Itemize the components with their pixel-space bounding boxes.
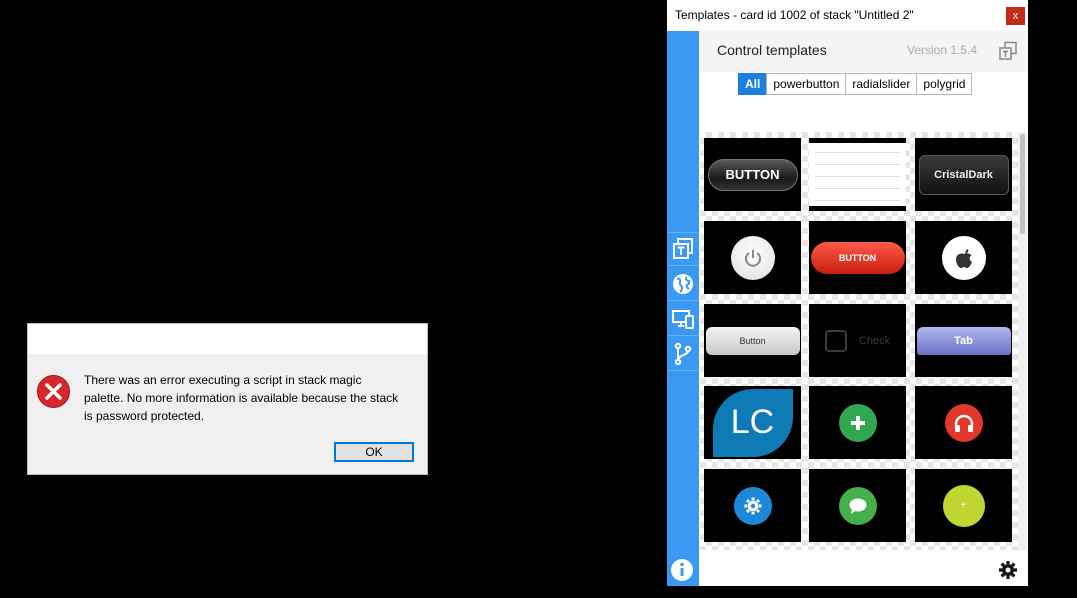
globe-icon	[673, 273, 693, 294]
template-grid: BUTTON CristalDark BUTTON Button Check T…	[700, 132, 1018, 550]
template-tile-chat[interactable]	[809, 469, 906, 542]
settings-gear-icon[interactable]	[998, 560, 1018, 580]
tile-label: Check	[858, 334, 891, 347]
palette-sidebar	[667, 31, 699, 586]
tile-label: LC	[712, 388, 793, 457]
template-tile-gear[interactable]	[704, 469, 801, 542]
template-tile-apple[interactable]	[915, 221, 1012, 294]
template-tile-plus[interactable]	[809, 386, 906, 459]
dialog-body: There was an error executing a script in…	[28, 354, 427, 474]
branch-icon	[674, 342, 692, 365]
chat-icon	[838, 486, 877, 525]
tab-powerbutton[interactable]: powerbutton	[766, 73, 847, 95]
tab-radialslider[interactable]: radialslider	[845, 73, 918, 95]
devices-icon	[672, 309, 694, 329]
template-tile-check[interactable]: Check	[809, 304, 906, 377]
power-icon	[730, 235, 775, 280]
headphones-icon	[944, 403, 983, 442]
dialog-titlebar[interactable]	[28, 324, 427, 354]
tile-label: Tab	[916, 326, 1011, 355]
table-preview	[809, 143, 906, 206]
gear-icon	[733, 486, 772, 525]
tile-label: BUTTON	[707, 158, 798, 191]
error-icon	[37, 375, 70, 408]
apple-icon	[941, 235, 986, 280]
template-tile-table[interactable]	[809, 138, 906, 211]
template-tile-lime-plus[interactable]: +	[915, 469, 1012, 542]
copy-icon[interactable]	[998, 41, 1018, 61]
palette-titlebar[interactable]: Templates - card id 1002 of stack "Untit…	[667, 0, 1028, 31]
plus-icon	[838, 403, 877, 442]
palette-header: Control templates Version 1.5.4	[699, 31, 1028, 72]
templates-tool-button[interactable]	[667, 232, 699, 266]
template-tile-power[interactable]	[704, 221, 801, 294]
tab-all[interactable]: All	[738, 73, 768, 95]
tab-polygrid[interactable]: polygrid	[916, 73, 973, 95]
devices-tool-button[interactable]	[667, 302, 699, 336]
ok-button[interactable]: OK	[334, 442, 414, 462]
template-tile-button-black[interactable]: BUTTON	[704, 138, 801, 211]
globe-tool-button[interactable]	[667, 267, 699, 301]
branch-tool-button[interactable]	[667, 337, 699, 371]
palette-window-title: Templates - card id 1002 of stack "Untit…	[675, 8, 914, 22]
tile-label: BUTTON	[810, 241, 905, 274]
template-tile-button-red[interactable]: BUTTON	[809, 221, 906, 294]
templates-icon	[673, 238, 693, 259]
info-icon[interactable]	[670, 558, 694, 582]
template-tile-button-grey[interactable]: Button	[704, 304, 801, 377]
template-tile-lc[interactable]: LC	[704, 386, 801, 459]
tile-label: +	[942, 484, 985, 527]
tile-label: CristalDark	[918, 154, 1009, 195]
grid-scrollbar-thumb[interactable]	[1020, 134, 1025, 234]
version-label: Version 1.5.4	[907, 43, 978, 57]
checkbox-preview: Check	[824, 329, 891, 352]
template-tile-tab[interactable]: Tab	[915, 304, 1012, 377]
tile-label: Button	[705, 326, 800, 355]
palette-heading: Control templates	[717, 42, 827, 58]
template-tile-headphones[interactable]	[915, 386, 1012, 459]
template-tile-cristaldark[interactable]: CristalDark	[915, 138, 1012, 211]
error-message: There was an error executing a script in…	[84, 373, 399, 423]
filter-tabs: All powerbutton radialslider polygrid	[738, 73, 973, 95]
desktop: There was an error executing a script in…	[0, 0, 1077, 598]
close-button[interactable]: x	[1006, 7, 1025, 25]
error-dialog: There was an error executing a script in…	[27, 323, 428, 475]
checkbox-icon	[824, 329, 847, 352]
